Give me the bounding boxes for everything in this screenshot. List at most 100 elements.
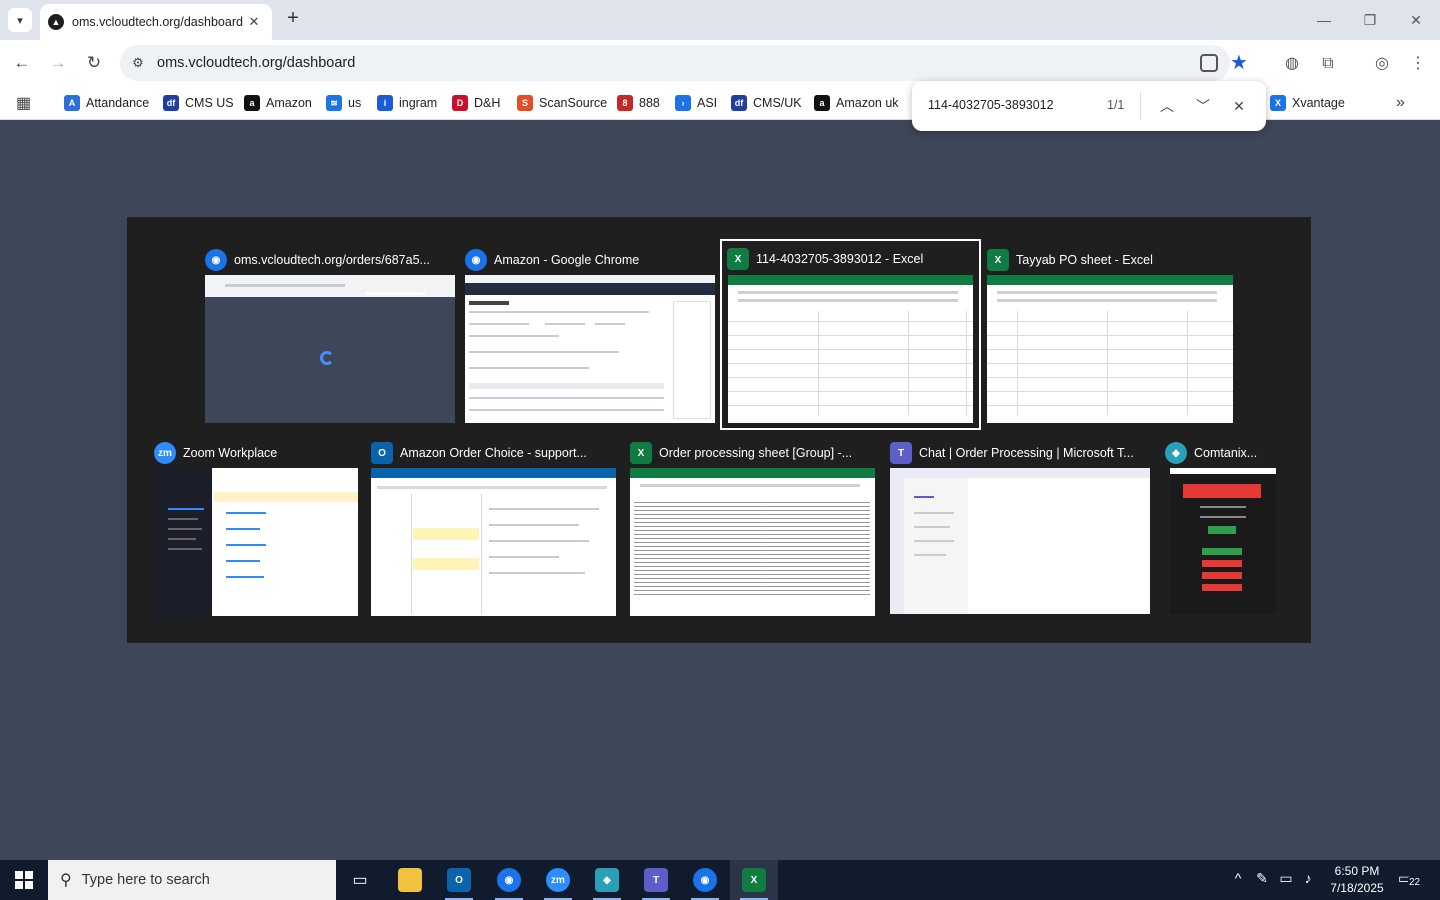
window-header: X Order processing sheet [Group] -... [630,440,852,466]
switcher-window-outlook[interactable]: O Amazon Order Choice - support... [371,440,616,616]
bookmark-us[interactable]: ≋ us [326,92,361,114]
switcher-window-excel-order[interactable]: X 114-4032705-3893012 - Excel [720,239,981,430]
switcher-window-comtanix[interactable]: ◆ Comtanix... [1165,440,1277,616]
window-thumbnail [1170,468,1276,614]
volume-icon[interactable]: ♪ [1298,870,1318,886]
notification-center-button[interactable]: ▭ 22 [1398,870,1422,890]
tab-dashboard[interactable]: ▲ oms.vcloudtech.org/dashboard ✕ [40,4,272,40]
taskbar-teams[interactable]: T [632,860,680,900]
start-button[interactable] [0,860,48,900]
bookmark-asi[interactable]: › ASI [675,92,717,114]
switcher-window-teams[interactable]: T Chat | Order Processing | Microsoft T.… [890,440,1150,616]
bookmark-icon: i [377,95,393,111]
find-match-count: 1/1 [1107,98,1125,112]
find-previous-chevron-up-icon[interactable]: ︿ [1155,94,1179,118]
bookmark-label: Amazon [266,96,312,110]
bookmark-label: ingram [399,96,438,110]
minimize-button[interactable]: — [1312,9,1336,31]
taskbar-file-explorer[interactable] [386,860,434,900]
bookmark-star-icon[interactable]: ★ [1230,50,1248,75]
outlook-icon: O [371,442,393,464]
zoom-icon: zm [154,442,176,464]
window-header: zm Zoom Workplace [154,440,277,466]
bookmark-ingram[interactable]: i ingram [377,92,437,114]
window-title: Amazon - Google Chrome [494,253,640,267]
window-thumbnail [205,275,455,423]
taskbar-excel[interactable]: X [730,860,778,900]
bookmark-scansource[interactable]: S ScanSource [517,92,607,114]
window-title: Amazon Order Choice - support... [400,446,587,460]
reload-button[interactable]: ↻ [82,51,106,75]
windows-taskbar: ⚲ Type here to search ▭ O ◉ zm ◆ T ◉ X ^… [0,860,1440,900]
site-favicon-icon: ▲ [48,14,64,30]
bookmark-label: D&H [474,96,501,110]
pen-icon[interactable]: ✎ [1252,870,1272,887]
tab-strip: ▾ ▲ oms.vcloudtech.org/dashboard ✕ + — ❐… [0,0,1440,40]
bookmark-label: Xvantage [1292,96,1345,110]
restore-button[interactable]: ❐ [1358,9,1382,31]
taskbar-chrome-2[interactable]: ◉ [681,860,729,900]
tab-search-button[interactable]: ▾ [8,8,32,32]
menu-kebab-icon[interactable]: ⋮ [1406,52,1430,76]
site-info-icon[interactable]: ⚙ [128,53,148,73]
task-view-icon: ▭ [352,872,368,889]
address-bar[interactable]: ⚙ oms.vcloudtech.org/dashboard ★ [120,45,1248,81]
show-hidden-icons-chevron-up-icon[interactable]: ^ [1228,870,1248,886]
window-header: ◉ oms.vcloudtech.org/orders/687a5... [205,247,430,273]
bookmark-attandance[interactable]: A Attandance [64,92,149,114]
switcher-window-order-processing[interactable]: X Order processing sheet [Group] -... [630,440,875,616]
bookmark-label: 888 [639,96,660,110]
switcher-window-tayyab-po[interactable]: X Tayyab PO sheet - Excel [987,247,1233,425]
tab-close-icon[interactable]: ✕ [246,14,262,30]
extensions-icon[interactable]: ⧉ [1316,52,1340,76]
bookmark-cms-us[interactable]: df CMS US [163,92,234,114]
bookmark-icon: › [675,95,691,111]
network-icon[interactable]: ▭ [1276,870,1296,887]
lens-icon[interactable] [1200,54,1218,72]
system-clock[interactable]: 6:50 PM 7/18/2025 [1320,863,1394,897]
new-tab-button[interactable]: + [282,8,304,30]
bookmark-amazon[interactable]: a Amazon [244,92,312,114]
taskbar-chrome-1[interactable]: ◉ [485,860,533,900]
close-window-button[interactable]: ✕ [1404,9,1428,31]
window-header: O Amazon Order Choice - support... [371,440,587,466]
find-close-icon[interactable]: ✕ [1227,94,1251,118]
back-button[interactable]: ← [10,51,34,75]
window-thumbnail [987,275,1233,423]
bookmark-icon: D [452,95,468,111]
taskbar-comtanix[interactable]: ◆ [583,860,631,900]
window-header: T Chat | Order Processing | Microsoft T.… [890,440,1134,466]
window-header: X 114-4032705-3893012 - Excel [727,246,923,272]
bookmark-label: Attandance [86,96,150,110]
bookmark-cms-uk[interactable]: df CMS/UK [731,92,802,114]
forward-button[interactable]: → [46,51,70,75]
bookmark-dh[interactable]: D D&H [452,92,500,114]
bookmark-888[interactable]: 8 888 [617,92,660,114]
bookmark-label: Amazon uk [836,96,899,110]
bookmark-amazon-uk[interactable]: a Amazon uk [814,92,899,114]
bookmark-icon: a [244,95,260,111]
excel-icon: X [630,442,652,464]
switcher-window-amazon-chrome[interactable]: ◉ Amazon - Google Chrome [465,247,715,425]
profile-icon[interactable]: ◎ [1370,52,1394,76]
bookmark-xvantage[interactable]: X Xvantage [1270,92,1345,114]
window-header: X Tayyab PO sheet - Excel [987,247,1153,273]
more-bookmarks-chevron-icon[interactable]: » [1396,92,1405,114]
find-input[interactable]: 114-4032705-3893012 [928,98,1054,112]
switcher-window-zoom[interactable]: zm Zoom Workplace [154,440,358,616]
bookmark-icon: X [1270,95,1286,111]
taskbar-outlook[interactable]: O [435,860,483,900]
translate-icon[interactable]: ◍ [1280,52,1304,76]
switcher-window-oms-orders[interactable]: ◉ oms.vcloudtech.org/orders/687a5... [205,247,455,425]
bookmark-icon: df [163,95,179,111]
taskbar-search-box[interactable]: ⚲ Type here to search [48,860,336,900]
taskbar-zoom[interactable]: zm [534,860,582,900]
url-text[interactable]: oms.vcloudtech.org/dashboard [157,55,355,71]
find-next-chevron-down-icon[interactable]: ﹀ [1191,94,1215,118]
bookmark-icon: A [64,95,80,111]
window-thumbnail [890,468,1150,614]
task-view-button[interactable]: ▭ [336,860,384,900]
chevron-down-icon: ▾ [17,14,23,27]
chrome-icon: ◉ [693,868,717,892]
apps-grid-icon[interactable]: ▦ [16,92,31,114]
